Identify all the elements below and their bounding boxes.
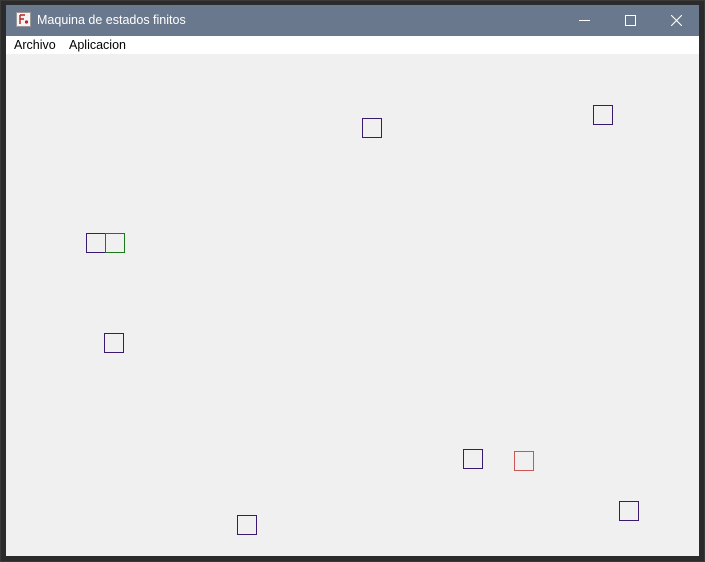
state-node-6[interactable] [463, 449, 483, 469]
menu-bar: Archivo Aplicacion [6, 36, 699, 54]
window-title: Maquina de estados finitos [37, 13, 186, 27]
app-window: Maquina de estados finitos Archivo Aplic… [0, 0, 705, 562]
drawing-canvas[interactable] [6, 54, 699, 556]
state-node-5[interactable] [104, 333, 124, 353]
state-node-8[interactable] [619, 501, 639, 521]
close-button[interactable] [653, 5, 699, 36]
state-node-9[interactable] [237, 515, 257, 535]
minimize-button[interactable] [561, 5, 607, 36]
state-node-7[interactable] [514, 451, 534, 471]
state-node-1[interactable] [362, 118, 382, 138]
maximize-button[interactable] [607, 5, 653, 36]
title-bar[interactable]: Maquina de estados finitos [6, 5, 699, 36]
close-icon [670, 15, 682, 26]
app-icon[interactable] [16, 12, 31, 27]
maximize-icon [624, 15, 636, 26]
state-node-2[interactable] [593, 105, 613, 125]
state-node-4[interactable] [105, 233, 125, 253]
menu-archivo[interactable]: Archivo [14, 38, 56, 53]
state-node-3[interactable] [86, 233, 106, 253]
menu-aplicacion[interactable]: Aplicacion [69, 38, 126, 53]
minimize-icon [578, 20, 590, 21]
